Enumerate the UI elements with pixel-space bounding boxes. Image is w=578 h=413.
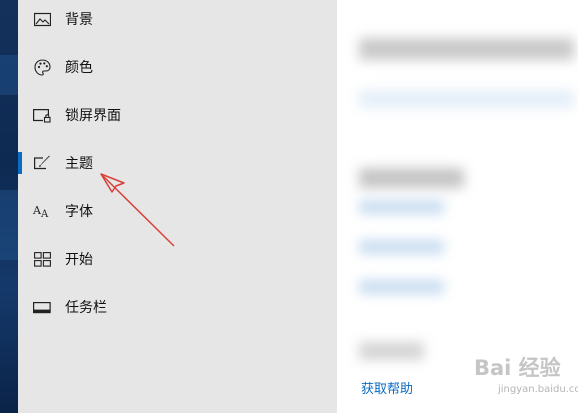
get-help-link[interactable]: 获取帮助 bbox=[361, 378, 413, 397]
blurred-subheading bbox=[359, 168, 464, 188]
blurred-section-title bbox=[359, 342, 424, 360]
taskbar-icon bbox=[33, 298, 51, 316]
nav-item-label: 字体 bbox=[65, 204, 93, 220]
theme-brush-icon bbox=[33, 154, 51, 172]
palette-icon bbox=[33, 58, 51, 76]
nav-item-label: 锁屏界面 bbox=[65, 108, 121, 124]
nav-item-taskbar[interactable]: 任务栏 bbox=[18, 283, 337, 331]
nav-item-label: 主题 bbox=[65, 156, 93, 172]
blurred-heading bbox=[359, 38, 574, 60]
start-tiles-icon bbox=[33, 250, 51, 268]
nav-item-fonts[interactable]: AA 字体 bbox=[18, 187, 337, 235]
svg-text:A: A bbox=[40, 209, 49, 219]
selection-indicator bbox=[18, 152, 22, 174]
blurred-links bbox=[359, 90, 574, 108]
watermark-url: jingyan.baidu.com bbox=[498, 384, 578, 395]
desktop-edge bbox=[0, 0, 18, 413]
picture-icon bbox=[33, 10, 51, 28]
nav-item-label: 任务栏 bbox=[65, 300, 107, 316]
font-icon: AA bbox=[33, 202, 51, 220]
nav-item-lock-screen[interactable]: 锁屏界面 bbox=[18, 91, 337, 139]
nav-item-themes[interactable]: 主题 bbox=[18, 139, 337, 187]
settings-sidebar: 背景 颜色 锁屏界面 主题 AA 字体 开始 任务栏 bbox=[18, 0, 337, 413]
nav-item-start[interactable]: 开始 bbox=[18, 235, 337, 283]
blurred-link bbox=[359, 280, 444, 294]
nav-item-background[interactable]: 背景 bbox=[18, 0, 337, 43]
nav-item-label: 背景 bbox=[65, 12, 93, 28]
nav-item-label: 颜色 bbox=[65, 60, 93, 76]
nav-item-colors[interactable]: 颜色 bbox=[18, 43, 337, 91]
lock-screen-icon bbox=[33, 106, 51, 124]
nav-item-label: 开始 bbox=[65, 252, 93, 268]
blurred-link bbox=[359, 200, 444, 214]
blurred-link bbox=[359, 240, 444, 254]
watermark: Bai 经验 bbox=[474, 356, 561, 380]
